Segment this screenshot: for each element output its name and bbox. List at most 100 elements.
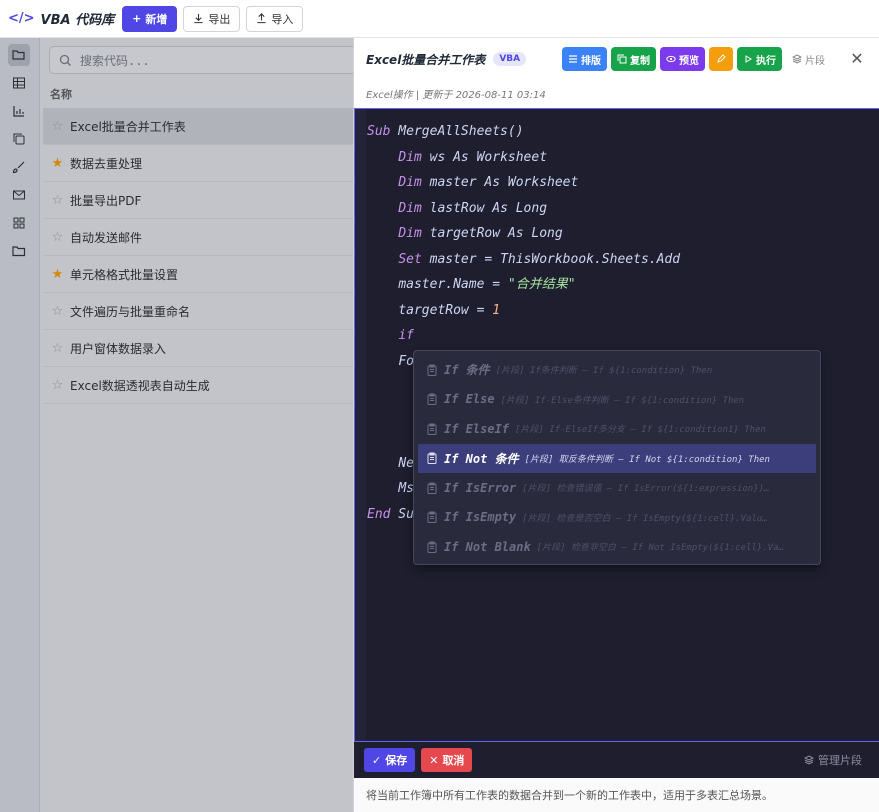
suggestion-name: If Not 条件	[444, 451, 519, 466]
cancel-button[interactable]: ✕ 取消	[421, 748, 473, 772]
suggestion-description: [片段] 检查错误值 — If IsError(${1:expression})…	[522, 484, 770, 495]
copy-icon[interactable]	[8, 128, 30, 150]
star-filled-icon[interactable]: ★	[51, 156, 64, 171]
edit-button[interactable]	[709, 47, 733, 71]
code-text: Ms	[398, 481, 414, 496]
suggestion-description: [片段] If-Else条件判断 — If ${1:condition} The…	[500, 395, 745, 406]
editor-panel: Excel批量合并工作表 VBA 排版 复制 预览 执行 片段 ✕ Excel操…	[353, 38, 879, 812]
snippet-list: ☆ Excel批量合并工作表 ★ 数据去重处理 ☆ 批量导出PDF ☆ 自动发送邮件 ★ 单元格格…	[43, 108, 353, 404]
editor-gutter	[355, 109, 366, 741]
star-outline-icon[interactable]: ☆	[51, 193, 64, 208]
list-item[interactable]: ☆ 自动发送邮件	[43, 219, 353, 256]
run-button-label: 执行	[756, 55, 776, 67]
clipboard-icon	[427, 452, 437, 465]
copy-icon	[617, 54, 627, 64]
snippets-button-label: 片段	[805, 55, 825, 67]
suggestion-item[interactable]: If Else [片段] If-Else条件判断 — If ${1:conditi…	[414, 385, 820, 415]
app-title: </> VBA 代码库	[8, 9, 114, 28]
code-text: lastRow As Long	[421, 200, 548, 216]
code-text: MergeAllSheets()	[390, 124, 524, 139]
suggestion-item[interactable]: If IsError [片段] 检查错误值 — If IsError(${1:ex…	[414, 473, 820, 503]
language-badge: VBA	[493, 52, 527, 66]
suggestion-item[interactable]: If Not Blank [片段] 检查非空白 — If Not IsEmpty(…	[414, 532, 820, 562]
mail-icon[interactable]	[8, 184, 30, 206]
star-outline-icon[interactable]: ☆	[51, 341, 64, 356]
run-button[interactable]: 执行	[737, 47, 782, 71]
export-button-label: 导出	[208, 12, 231, 26]
upload-icon	[257, 13, 266, 24]
suggestion-item[interactable]: If 条件 [片段] If条件判断 — If ${1:condition} The…	[414, 355, 820, 385]
code-text: master.Name =	[398, 277, 508, 292]
code-text: Ne	[398, 455, 414, 471]
clipboard-icon	[427, 364, 437, 376]
star-outline-icon[interactable]: ☆	[51, 378, 64, 393]
code-editor[interactable]: Sub MergeAllSheets() Dim ws As Worksheet…	[354, 108, 879, 742]
code-keyword: Sub	[367, 124, 391, 139]
chart-icon[interactable]	[8, 100, 30, 122]
suggestion-item[interactable]: If Not 条件 [片段] 取反条件判断 — If Not ${1:condit…	[418, 443, 816, 473]
layers-icon	[804, 755, 814, 765]
code-text: master As Worksheet	[421, 175, 579, 190]
suggestion-description: [片段] 检查是否空白 — If IsEmpty(${1:cell}.Valu…	[522, 513, 768, 524]
snippet-meta: Excel操作 | 更新于 2026-08-11 03:14	[366, 90, 546, 101]
list-item[interactable]: ☆ Excel数据透视表自动生成	[43, 367, 353, 404]
list-item[interactable]: ☆ 文件遍历与批量重命名	[43, 293, 353, 330]
list-item[interactable]: ★ 数据去重处理	[43, 145, 353, 182]
list-item-name: Excel批量合并工作表	[70, 119, 186, 134]
new-button[interactable]: + 新增	[122, 5, 178, 32]
list-item[interactable]: ☆ Excel批量合并工作表	[43, 108, 353, 145]
star-filled-icon[interactable]: ★	[51, 267, 64, 282]
star-outline-icon[interactable]: ☆	[51, 230, 64, 245]
code-text: ws As Worksheet	[421, 149, 548, 165]
star-outline-icon[interactable]: ☆	[51, 119, 64, 134]
editor-footer: ✓ 保存 ✕ 取消 管理片段	[354, 742, 879, 778]
table-icon[interactable]	[8, 72, 30, 94]
list-item[interactable]: ☆ 用户窗体数据录入	[43, 330, 353, 367]
brush-icon[interactable]	[8, 156, 30, 178]
search-input[interactable]: 搜索代码...	[49, 46, 359, 74]
import-button-label: 导入	[271, 12, 294, 26]
format-button[interactable]: 排版	[562, 47, 607, 71]
import-button[interactable]: 导入	[246, 5, 304, 32]
manage-snippets-button[interactable]: 管理片段	[804, 752, 862, 768]
list-item-name: Excel数据透视表自动生成	[70, 378, 210, 393]
format-button-label: 排版	[581, 55, 601, 67]
action-buttons: 排版 复制 预览 执行 片段	[562, 47, 831, 71]
suggestion-name: If Else	[444, 392, 495, 407]
list-column-header: 名称	[50, 88, 72, 101]
grid-icon[interactable]	[8, 212, 30, 234]
eye-icon	[666, 55, 676, 63]
list-item[interactable]: ☆ 批量导出PDF	[43, 182, 353, 219]
code-keyword: Dim	[398, 175, 422, 190]
code-text: targetRow =	[398, 302, 493, 318]
plus-icon: +	[132, 12, 142, 25]
list-item-name: 数据去重处理	[70, 156, 143, 171]
suggestion-item[interactable]: If ElseIf [片段] If-ElseIf多分支 — If ${1:cond…	[414, 414, 820, 444]
suggestion-name: If IsEmpty	[444, 510, 517, 525]
code-keyword: Dim	[398, 226, 422, 241]
save-button-label: 保存	[385, 754, 408, 767]
code-text: master = ThisWorkbook.Sheets.Add	[421, 251, 681, 267]
code-text: targetRow As Long	[421, 226, 563, 241]
copy-button[interactable]: 复制	[611, 47, 656, 71]
close-icon[interactable]: ✕	[848, 49, 866, 68]
folder-open-icon[interactable]	[8, 44, 30, 66]
preview-button[interactable]: 预览	[660, 47, 705, 71]
code-keyword: Set	[398, 251, 422, 267]
suggestion-item[interactable]: If IsEmpty [片段] 检查是否空白 — If IsEmpty(${1:c…	[414, 503, 820, 533]
pencil-icon	[717, 54, 726, 63]
manage-snippets-label: 管理片段	[818, 754, 862, 767]
snippets-button[interactable]: 片段	[786, 47, 831, 71]
save-button[interactable]: ✓ 保存	[364, 748, 416, 772]
close-icon: ✕	[429, 753, 439, 767]
new-button-label: 新增	[145, 12, 168, 26]
cancel-button-label: 取消	[442, 754, 465, 767]
download-icon	[194, 13, 203, 24]
folder-icon[interactable]	[8, 240, 30, 262]
list-item-name: 批量导出PDF	[70, 193, 142, 208]
list-item-name: 自动发送邮件	[70, 230, 143, 245]
star-outline-icon[interactable]: ☆	[51, 304, 64, 319]
list-item[interactable]: ★ 单元格格式批量设置	[43, 256, 353, 293]
list-item-name: 单元格格式批量设置	[70, 267, 179, 282]
export-button[interactable]: 导出	[183, 5, 241, 32]
